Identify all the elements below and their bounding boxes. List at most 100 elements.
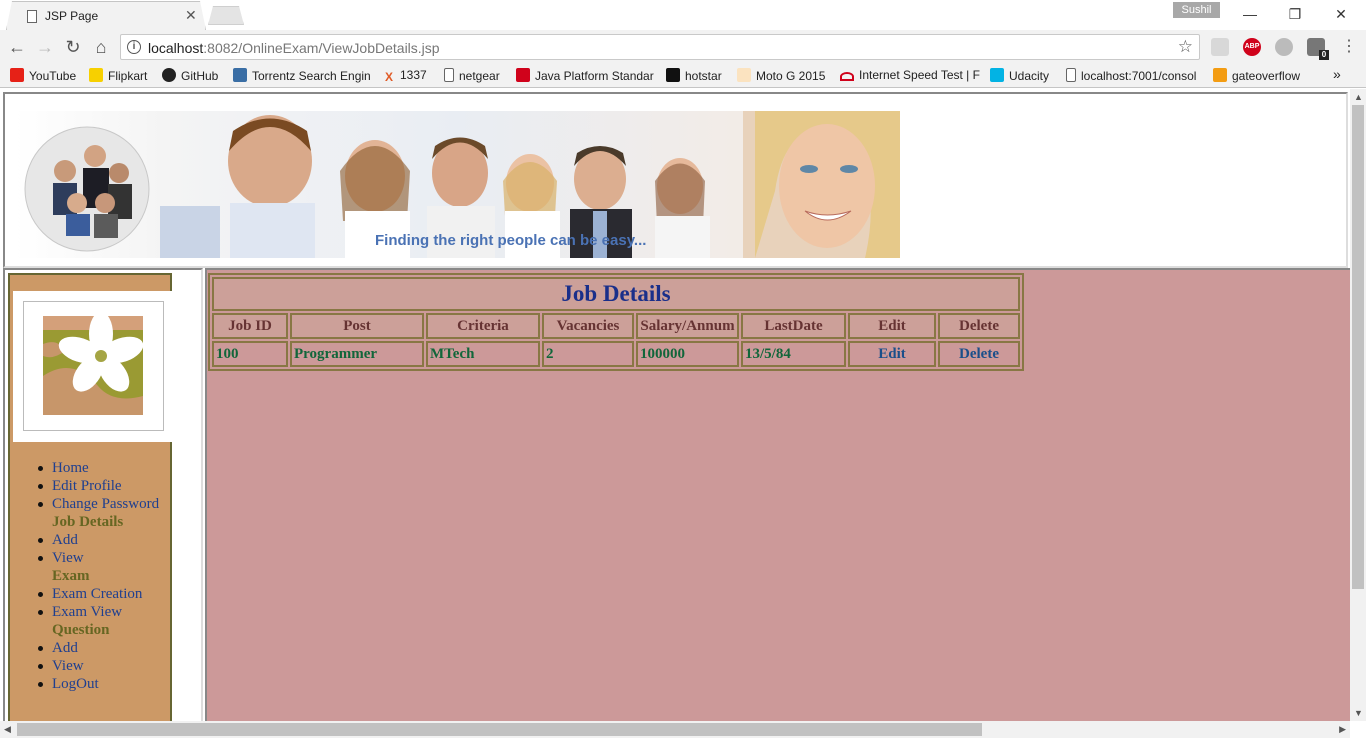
nav-change-password[interactable]: Change Password [37, 495, 159, 513]
nav-question-view[interactable]: View [37, 657, 159, 675]
counter-extension-icon[interactable]: 0 [1307, 38, 1329, 60]
bookmark-youtube[interactable]: YouTube [10, 68, 76, 83]
bookmark-label: Java Platform Standar [535, 69, 654, 83]
browser-tab[interactable]: JSP Page ✕ [6, 1, 206, 30]
bookmark-netgear[interactable]: netgear [444, 68, 500, 83]
bookmark-label: hotstar [685, 69, 722, 83]
bookmark-moto[interactable]: Moto G 2015 [737, 68, 825, 83]
adblock-extension-icon[interactable]: ABP [1243, 38, 1261, 56]
new-tab-button[interactable] [208, 6, 244, 25]
x-icon: X [385, 70, 394, 84]
restore-icon[interactable]: ❐ [1281, 4, 1309, 24]
bookmark-hotstar[interactable]: hotstar [666, 68, 722, 83]
bookmark-gateoverflow[interactable]: gateoverflow [1213, 68, 1300, 83]
bookmarks-bar: YouTube Flipkart GitHub Torrentz Search … [0, 64, 1366, 88]
shield-extension-icon[interactable] [1211, 38, 1229, 56]
nav-job-view[interactable]: View [37, 549, 159, 567]
bookmark-java[interactable]: Java Platform Standar [516, 68, 654, 83]
url-path: :8082/OnlineExam/ViewJobDetails.jsp [203, 40, 440, 56]
nav-section-question: Question [52, 622, 110, 638]
scroll-up-icon[interactable]: ▲ [1354, 92, 1363, 102]
bookmark-label: localhost:7001/consol [1081, 69, 1197, 83]
nav-edit-profile[interactable]: Edit Profile [37, 477, 159, 495]
banner-image: Finding the right people can be easy... [15, 111, 900, 258]
minimize-icon[interactable]: — [1236, 4, 1264, 24]
more-bookmarks-icon[interactable]: » [1333, 66, 1341, 82]
bookmark-flipkart[interactable]: Flipkart [89, 68, 147, 83]
page-icon [444, 68, 454, 82]
nav-job-add[interactable]: Add [37, 531, 159, 549]
bookmark-label: Moto G 2015 [756, 69, 826, 83]
profile-badge[interactable]: Sushil [1173, 2, 1220, 18]
scroll-left-icon[interactable]: ◀ [4, 724, 11, 735]
bookmark-label: Udacity [1009, 69, 1050, 83]
header-vacancies: Vacancies [542, 313, 634, 339]
header-delete: Delete [938, 313, 1020, 339]
header-frame: Finding the right people can be easy... [3, 92, 1348, 268]
forward-icon[interactable]: → [34, 36, 56, 58]
github-icon [162, 68, 176, 82]
nav-panel: Home Edit Profile Change Password Job De… [8, 273, 174, 721]
nav-frame: Home Edit Profile Change Password Job De… [3, 268, 203, 721]
flipkart-icon [89, 68, 103, 82]
vertical-scrollbar[interactable]: ▲ ▼ [1350, 89, 1366, 721]
nav-section-job-details: Job Details [52, 514, 124, 530]
youtube-icon [10, 68, 24, 82]
nav-question-add[interactable]: Add [37, 639, 159, 657]
cell-post: Programmer [290, 341, 424, 367]
torrentz-icon [233, 68, 247, 82]
nav-exam-creation[interactable]: Exam Creation [37, 585, 159, 603]
scroll-down-icon[interactable]: ▼ [1354, 708, 1363, 718]
extension-icon[interactable] [1275, 38, 1293, 56]
hotstar-icon [666, 68, 680, 82]
address-bar[interactable]: i localhost:8082/OnlineExam/ViewJobDetai… [120, 34, 1200, 60]
header-post: Post [290, 313, 424, 339]
bookmark-speedtest[interactable]: Internet Speed Test | F [840, 68, 980, 82]
nav-section-exam: Exam [52, 568, 90, 584]
woman-photo [743, 111, 900, 258]
bookmark-star-icon[interactable]: ☆ [1178, 37, 1193, 57]
extension-count: 0 [1319, 50, 1329, 60]
tab-title: JSP Page [45, 9, 99, 23]
menu-icon[interactable]: ⋮ [1338, 36, 1360, 58]
nav-menu: Home Edit Profile Change Password Job De… [37, 459, 159, 693]
bookmark-label: gateoverflow [1232, 69, 1301, 83]
cell-criteria: MTech [426, 341, 540, 367]
nav-logout[interactable]: LogOut [37, 675, 159, 693]
table-title: Job Details [212, 277, 1020, 311]
horizontal-scroll-thumb[interactable] [17, 723, 982, 736]
job-details-table: Job Details Job ID Post Criteria Vacanci… [208, 273, 1024, 371]
close-tab-icon[interactable]: ✕ [185, 7, 197, 24]
reload-icon[interactable]: ↻ [62, 36, 84, 58]
nav-exam-view[interactable]: Exam View [37, 603, 159, 621]
edit-link[interactable]: Edit [848, 341, 936, 367]
bookmark-1337[interactable]: X 1337 [385, 68, 427, 84]
url-host: localhost [148, 40, 204, 56]
tab-strip: JSP Page ✕ Sushil — ❐ ✕ [0, 0, 1366, 30]
back-icon[interactable]: ← [6, 36, 28, 58]
vertical-scroll-thumb[interactable] [1352, 105, 1364, 589]
delete-link[interactable]: Delete [938, 341, 1020, 367]
url-text[interactable]: localhost:8082/OnlineExam/ViewJobDetails… [148, 40, 440, 56]
bookmark-github[interactable]: GitHub [162, 68, 218, 83]
main-content: Job Details Job ID Post Criteria Vacanci… [205, 268, 1350, 721]
bookmark-label: Internet Speed Test | F [859, 68, 980, 82]
close-window-icon[interactable]: ✕ [1327, 4, 1355, 24]
scroll-right-icon[interactable]: ▶ [1339, 724, 1346, 735]
bookmark-label: 1337 [400, 68, 427, 82]
bookmark-localhost[interactable]: localhost:7001/consol [1066, 68, 1196, 83]
page-viewport: Finding the right people can be easy... [0, 89, 1350, 721]
page-icon [27, 10, 37, 23]
header-criteria: Criteria [426, 313, 540, 339]
banner-tagline: Finding the right people can be easy... [375, 232, 646, 249]
bookmark-label: GitHub [181, 69, 219, 83]
browser-toolbar: ← → ↻ ⌂ i localhost:8082/OnlineExam/View… [0, 30, 1366, 64]
header-last-date: LastDate [741, 313, 846, 339]
bookmark-udacity[interactable]: Udacity [990, 68, 1049, 83]
horizontal-scrollbar[interactable]: ◀ ▶ [0, 721, 1350, 738]
nav-home[interactable]: Home [37, 459, 159, 477]
home-icon[interactable]: ⌂ [90, 36, 112, 58]
info-icon[interactable]: i [127, 40, 141, 54]
table-header-row: Job ID Post Criteria Vacancies Salary/An… [212, 313, 1020, 339]
bookmark-torrentz[interactable]: Torrentz Search Engin [233, 68, 371, 83]
